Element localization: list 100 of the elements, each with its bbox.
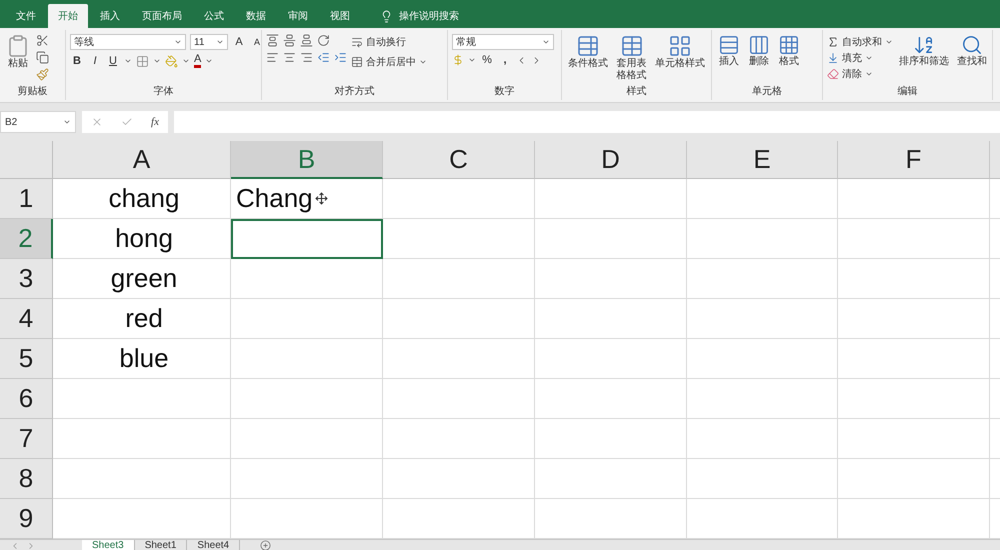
merge-center-button[interactable]: 合并后居中 <box>351 54 427 70</box>
scissors-icon[interactable] <box>36 34 49 47</box>
menu-tab[interactable]: 插入 <box>90 4 130 28</box>
menu-tab[interactable]: 公式 <box>194 4 234 28</box>
caret-icon[interactable] <box>885 38 893 46</box>
cell[interactable] <box>687 419 838 459</box>
cell[interactable] <box>231 339 383 379</box>
row-header[interactable]: 9 <box>0 499 53 539</box>
paste-button[interactable]: 粘贴 <box>4 34 32 84</box>
edit-button[interactable]: 自动求和 <box>827 34 893 50</box>
font-name-field[interactable]: 等线 <box>70 34 186 50</box>
italic-button[interactable]: I <box>88 55 102 67</box>
caret-icon[interactable] <box>124 57 132 65</box>
cell[interactable] <box>535 299 687 339</box>
row-header[interactable]: 7 <box>0 419 53 459</box>
font-size-field[interactable]: 11 <box>190 34 228 50</box>
underline-button[interactable]: U <box>106 55 120 67</box>
cell[interactable] <box>231 299 383 339</box>
cell[interactable] <box>535 339 687 379</box>
paintbrush-icon[interactable] <box>36 68 49 81</box>
indent-decrease-icon[interactable] <box>317 51 330 64</box>
caret-icon[interactable] <box>419 58 427 66</box>
cell[interactable] <box>838 339 990 379</box>
cell[interactable] <box>687 259 838 299</box>
comma-button[interactable]: , <box>498 54 512 66</box>
cell[interactable] <box>838 459 990 499</box>
edit-tool-button[interactable]: 查找和 <box>955 34 989 84</box>
column-header[interactable]: C <box>383 141 535 179</box>
caret-icon[interactable] <box>205 57 214 65</box>
cells-button[interactable]: 删除 <box>746 34 772 84</box>
menu-tab[interactable]: 视图 <box>320 4 360 28</box>
menu-tab[interactable]: 文件 <box>6 4 46 28</box>
menu-tab[interactable]: 开始 <box>48 4 88 28</box>
row-header[interactable]: 3 <box>0 259 53 299</box>
cell[interactable] <box>535 379 687 419</box>
cell[interactable] <box>687 219 838 259</box>
style-button[interactable]: 套用表格格式 <box>614 34 649 84</box>
cell[interactable] <box>838 419 990 459</box>
menu-tab[interactable]: 审阅 <box>278 4 318 28</box>
column-header[interactable]: F <box>838 141 990 179</box>
row-header[interactable]: 8 <box>0 459 53 499</box>
cell[interactable] <box>383 339 535 379</box>
cell[interactable] <box>535 219 687 259</box>
merge-icon[interactable] <box>351 56 363 68</box>
caret-icon[interactable] <box>63 118 71 126</box>
cell[interactable]: blue <box>53 339 231 379</box>
currency-icon[interactable] <box>452 54 464 66</box>
cell[interactable] <box>231 379 383 419</box>
style-button[interactable]: 单元格样式 <box>653 34 707 84</box>
cell[interactable] <box>383 299 535 339</box>
active-cell[interactable] <box>231 219 383 259</box>
cell[interactable] <box>383 219 535 259</box>
edit-button[interactable]: 清除 <box>827 66 893 82</box>
cell[interactable] <box>687 379 838 419</box>
align-top-icon[interactable] <box>266 34 279 47</box>
grid-icon[interactable] <box>778 34 800 56</box>
cell[interactable]: green <box>53 259 231 299</box>
cell[interactable] <box>383 419 535 459</box>
grid-icon[interactable] <box>748 34 770 56</box>
cell[interactable] <box>687 339 838 379</box>
grid-icon[interactable] <box>718 34 740 56</box>
cell[interactable] <box>838 259 990 299</box>
sheet-tab[interactable]: Sheet3 <box>82 540 135 550</box>
select-all-button[interactable] <box>0 141 53 179</box>
formula-input[interactable] <box>174 111 1000 133</box>
add-sheet-icon[interactable] <box>260 540 272 550</box>
menu-tab[interactable]: 页面布局 <box>132 4 192 28</box>
caret-icon[interactable] <box>468 56 476 64</box>
caret-icon[interactable] <box>174 38 182 46</box>
font-color-button[interactable]: A <box>194 54 202 68</box>
cell[interactable] <box>231 259 383 299</box>
name-box[interactable]: B2 <box>0 111 76 133</box>
cell[interactable]: Chang <box>231 179 383 219</box>
cell[interactable] <box>535 419 687 459</box>
cells-button[interactable]: 插入 <box>716 34 742 84</box>
caret-icon[interactable] <box>216 38 224 46</box>
number-format-field[interactable]: 常规 <box>452 34 554 50</box>
cell[interactable] <box>383 179 535 219</box>
cell[interactable] <box>53 459 231 499</box>
tell-me-search[interactable]: 操作说明搜索 <box>399 9 459 23</box>
caret-icon[interactable] <box>153 57 161 65</box>
row-header[interactable]: 2 <box>0 219 53 259</box>
lightbulb-icon[interactable] <box>380 10 393 22</box>
caret-icon[interactable] <box>542 38 550 46</box>
wrap-text-button[interactable]: 自动换行 <box>351 34 427 50</box>
cell[interactable] <box>383 259 535 299</box>
bold-button[interactable]: B <box>70 55 84 67</box>
row-header[interactable]: 6 <box>0 379 53 419</box>
grow-font-button[interactable]: A <box>232 36 246 48</box>
rotate-icon[interactable] <box>317 34 330 47</box>
cell[interactable]: chang <box>53 179 231 219</box>
cell[interactable] <box>383 379 535 419</box>
sheet-tab[interactable]: Sheet1 <box>134 540 188 550</box>
edit-button[interactable]: 填充 <box>827 50 893 66</box>
cell[interactable] <box>535 259 687 299</box>
caret-icon[interactable] <box>182 57 190 65</box>
paint-bucket-icon[interactable] <box>165 54 178 68</box>
borders-icon[interactable] <box>136 54 149 68</box>
row-header[interactable]: 4 <box>0 299 53 339</box>
indent-increase-icon[interactable] <box>334 51 347 64</box>
